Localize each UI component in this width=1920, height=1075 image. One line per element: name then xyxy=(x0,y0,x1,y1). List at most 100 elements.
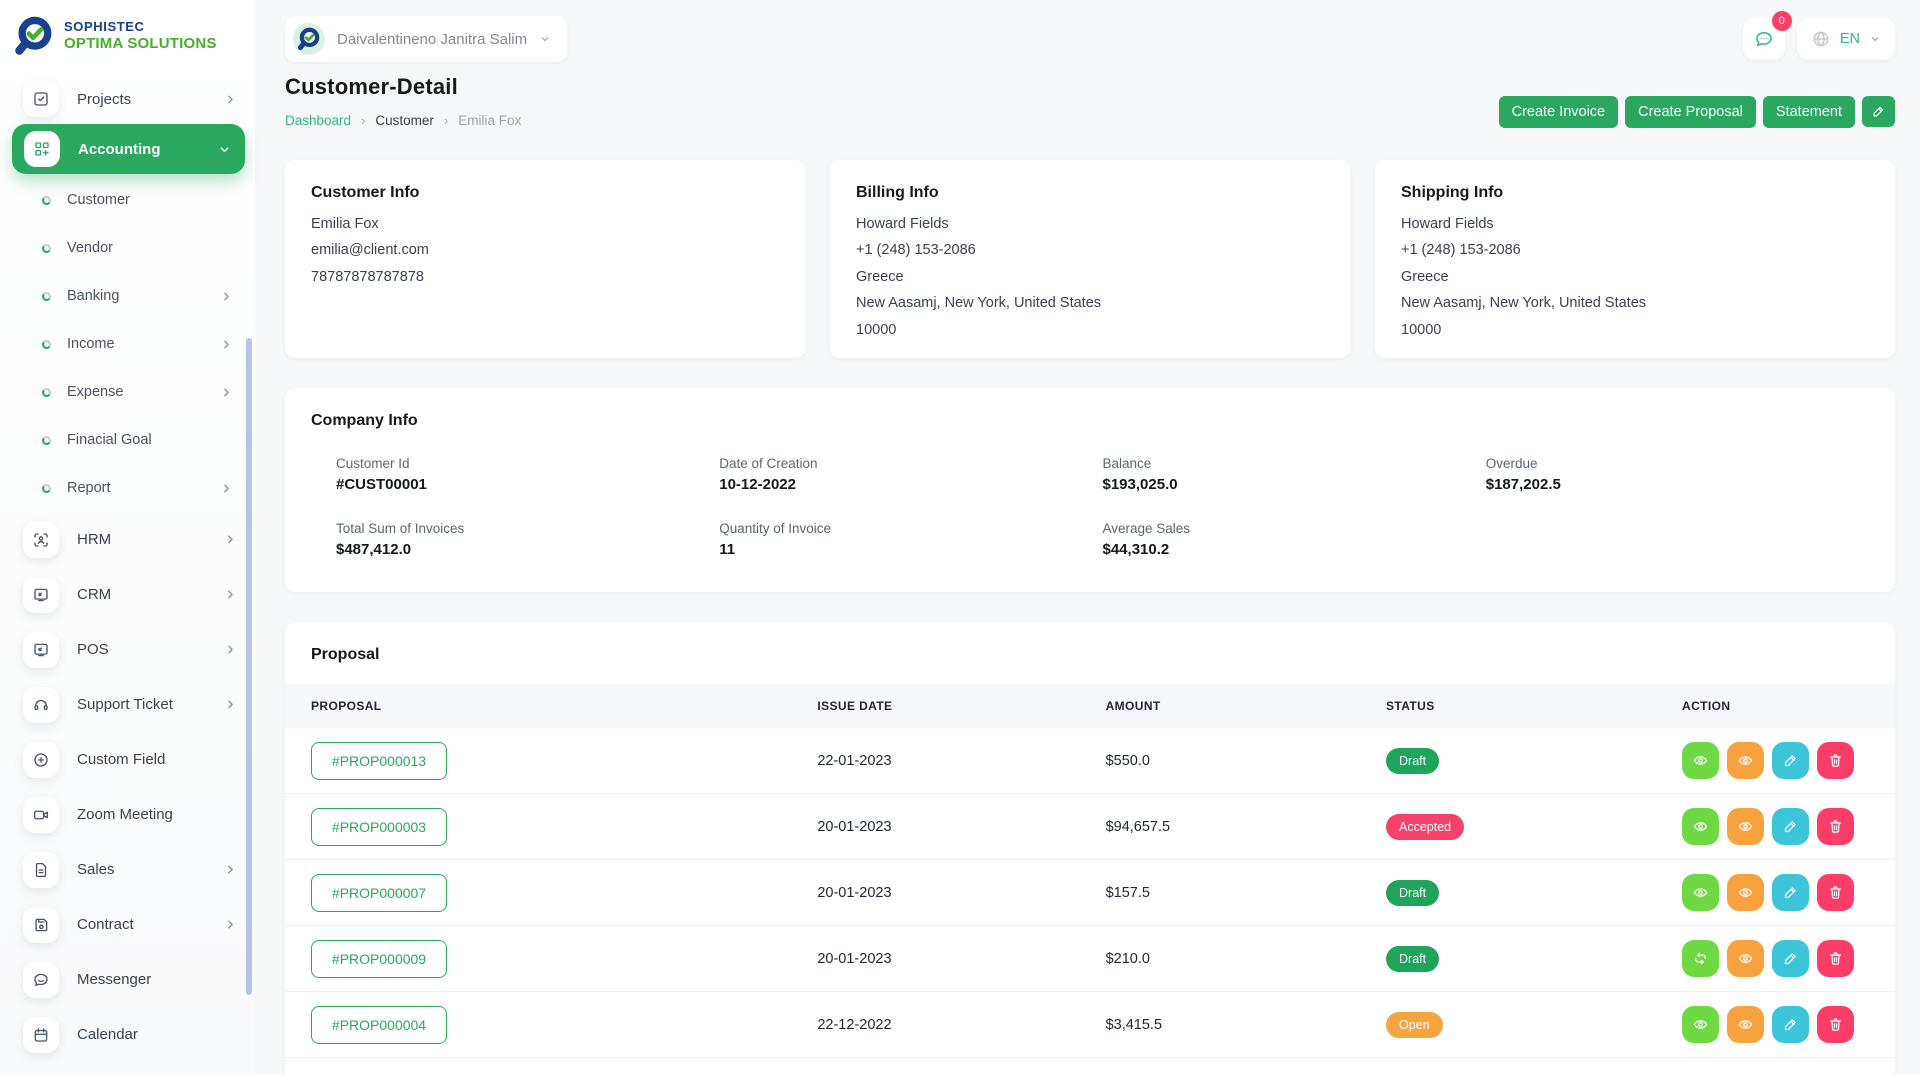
proposal-title: Proposal xyxy=(285,646,1895,664)
breadcrumb-item: Emilia Fox xyxy=(458,113,521,128)
monitor-icon xyxy=(23,632,59,668)
field-value: #CUST00001 xyxy=(336,476,719,493)
sidebar-item-support-ticket[interactable]: Support Ticket xyxy=(0,677,255,732)
view-action-button[interactable] xyxy=(1727,808,1764,845)
sidebar-item-calendar[interactable]: Calendar xyxy=(0,1007,255,1062)
sidebar-item-accounting[interactable]: Accounting xyxy=(12,124,245,174)
sidebar-subitem-customer[interactable]: Customer xyxy=(0,176,255,224)
delete-action-button[interactable] xyxy=(1817,1006,1854,1043)
proposal-link[interactable]: #PROP000013 xyxy=(311,742,447,780)
grid-plus-icon xyxy=(24,131,60,167)
row-actions xyxy=(1682,742,1869,779)
sidebar-item-custom-field[interactable]: Custom Field xyxy=(0,732,255,787)
sidebar-item-crm[interactable]: CRM xyxy=(0,567,255,622)
sidebar-item-hrm[interactable]: HRM xyxy=(0,512,255,567)
eye-icon xyxy=(1737,884,1754,901)
company-info-title: Company Info xyxy=(311,412,1869,430)
billing-info-line: New Aasamj, New York, United States xyxy=(856,295,1324,312)
column-header-amount: AMOUNT xyxy=(1106,699,1386,713)
view-action-button[interactable] xyxy=(1682,808,1719,845)
chevron-right-icon xyxy=(224,93,237,106)
delete-action-button[interactable] xyxy=(1817,808,1854,845)
bullet-icon xyxy=(41,435,51,445)
sidebar-subitem-expense[interactable]: Expense xyxy=(0,368,255,416)
sidebar-subitem-vendor[interactable]: Vendor xyxy=(0,224,255,272)
sidebar-item-projects[interactable]: Projects xyxy=(0,76,255,122)
edit-action-button[interactable] xyxy=(1772,808,1809,845)
create-proposal-button[interactable]: Create Proposal xyxy=(1625,96,1756,128)
sidebar: SOPHISTEC OPTIMA SOLUTIONS Projects Acco… xyxy=(0,0,255,1075)
billing-info-card: Billing InfoHoward Fields+1 (248) 153-20… xyxy=(830,160,1350,358)
delete-action-button[interactable] xyxy=(1817,940,1854,977)
amount-cell: $94,657.5 xyxy=(1106,819,1386,835)
convert-icon xyxy=(1692,950,1709,967)
proposal-link[interactable]: #PROP000004 xyxy=(311,1006,447,1044)
checkbox-icon xyxy=(23,81,59,117)
chevron-right-icon xyxy=(220,386,233,399)
edit-action-button[interactable] xyxy=(1772,874,1809,911)
brand-line1: SOPHISTEC xyxy=(64,20,217,35)
edit-customer-button[interactable] xyxy=(1862,96,1895,127)
sidebar-subitem-income[interactable]: Income xyxy=(0,320,255,368)
proposal-link[interactable]: #PROP000007 xyxy=(311,874,447,912)
view-action-button[interactable] xyxy=(1727,742,1764,779)
sidebar-item-contract[interactable]: Contract xyxy=(0,897,255,952)
issue-date-cell: 20-01-2023 xyxy=(817,951,1105,967)
sidebar-item-pos[interactable]: POS xyxy=(0,622,255,677)
sidebar-subitem-label: Finacial Goal xyxy=(67,432,152,448)
eye-icon xyxy=(1692,752,1709,769)
field-label: Total Sum of Invoices xyxy=(336,521,719,536)
issue-date-cell: 20-01-2023 xyxy=(817,819,1105,835)
language-selector[interactable]: EN xyxy=(1797,18,1895,60)
view-action-button[interactable] xyxy=(1682,1006,1719,1043)
sidebar-subitem-finacial-goal[interactable]: Finacial Goal xyxy=(0,416,255,464)
sidebar-subitem-label: Expense xyxy=(67,384,123,400)
messages-button[interactable]: 0 xyxy=(1743,18,1785,60)
sidebar-item-label: Custom Field xyxy=(77,751,165,768)
proposal-row: #PROP000007 20-01-2023 $157.5 Draft xyxy=(285,860,1895,926)
scan-user-icon xyxy=(23,522,59,558)
sidebar-subitem-banking[interactable]: Banking xyxy=(0,272,255,320)
brand-logo[interactable]: SOPHISTEC OPTIMA SOLUTIONS xyxy=(0,0,255,58)
delete-action-button[interactable] xyxy=(1817,874,1854,911)
breadcrumb-item[interactable]: Dashboard xyxy=(285,113,351,128)
statement-button[interactable]: Statement xyxy=(1763,96,1855,128)
trash-icon xyxy=(1827,1016,1844,1033)
sidebar-subitem-report[interactable]: Report xyxy=(0,464,255,512)
sidebar-item-zoom-meeting[interactable]: Zoom Meeting xyxy=(0,787,255,842)
bullet-icon xyxy=(41,291,51,301)
company-logo-icon xyxy=(12,14,56,58)
pencil-icon xyxy=(1782,884,1799,901)
company-field-balance: Balance $193,025.0 xyxy=(1103,456,1486,493)
pencil-icon xyxy=(1871,104,1886,119)
main-content: Daivalentineno Janitra Salim 0 xyxy=(255,0,1920,1075)
convert-action-button[interactable] xyxy=(1682,940,1719,977)
view-action-button[interactable] xyxy=(1727,874,1764,911)
chevron-right-icon xyxy=(224,698,237,711)
edit-action-button[interactable] xyxy=(1772,742,1809,779)
sidebar-item-sales[interactable]: Sales xyxy=(0,842,255,897)
sidebar-scrollbar[interactable] xyxy=(246,338,252,995)
sidebar-item-label: Calendar xyxy=(77,1026,138,1043)
row-actions xyxy=(1682,808,1869,845)
view-action-button[interactable] xyxy=(1727,1006,1764,1043)
amount-cell: $3,415.5 xyxy=(1106,1017,1386,1033)
breadcrumb-separator: › xyxy=(361,113,365,128)
sidebar-subitem-label: Banking xyxy=(67,288,119,304)
column-header-issue-date: ISSUE DATE xyxy=(817,699,1105,713)
field-value: $187,202.5 xyxy=(1486,476,1869,493)
bullet-icon xyxy=(41,339,51,349)
create-invoice-button[interactable]: Create Invoice xyxy=(1499,96,1619,128)
proposal-link[interactable]: #PROP000009 xyxy=(311,940,447,978)
edit-action-button[interactable] xyxy=(1772,1006,1809,1043)
view-action-button[interactable] xyxy=(1682,742,1719,779)
sidebar-item-messenger[interactable]: Messenger xyxy=(0,952,255,1007)
sidebar-item-label: Accounting xyxy=(78,141,161,158)
field-value: 10-12-2022 xyxy=(719,476,1102,493)
user-menu[interactable]: Daivalentineno Janitra Salim xyxy=(285,16,567,62)
proposal-link[interactable]: #PROP000003 xyxy=(311,808,447,846)
edit-action-button[interactable] xyxy=(1772,940,1809,977)
view-action-button[interactable] xyxy=(1727,940,1764,977)
delete-action-button[interactable] xyxy=(1817,742,1854,779)
view-action-button[interactable] xyxy=(1682,874,1719,911)
